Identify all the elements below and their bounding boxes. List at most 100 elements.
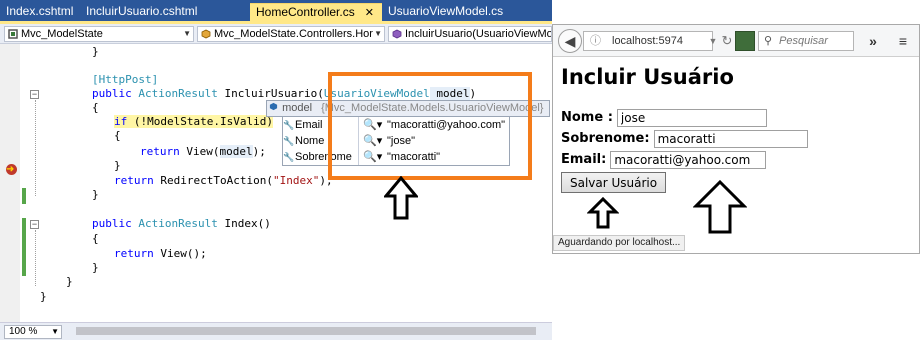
- tab-label: HomeController.cs: [256, 5, 355, 19]
- code-token: Index(): [217, 217, 271, 230]
- tab-incluirusuario-cshtml[interactable]: IncluirUsuario.cshtml: [80, 3, 240, 21]
- highlight-box: [328, 72, 532, 180]
- tab-label: Index.cshtml: [6, 4, 74, 18]
- code-token: RedirectToAction(: [153, 174, 273, 187]
- code-line: }: [40, 290, 47, 304]
- search-icon: ⚲: [764, 35, 773, 47]
- class-dropdown[interactable]: Mvc_ModelState.Controllers.Hor ▼: [197, 26, 385, 42]
- code-token: {: [92, 101, 99, 114]
- tab-label: UsuarioViewModel.cs: [388, 4, 504, 18]
- chevron-down-icon: ▼: [51, 327, 59, 336]
- code-line: }: [66, 275, 73, 289]
- member-name: IncluirUsuario(UsuarioViewMo: [405, 28, 552, 40]
- tab-index-cshtml[interactable]: Index.cshtml: [0, 3, 80, 21]
- class-icon: [201, 29, 211, 39]
- overflow-icon[interactable]: »: [863, 31, 883, 51]
- code-line: return View(model);: [140, 145, 266, 159]
- current-statement-arrow-icon: ➜: [6, 164, 15, 175]
- method-icon: [392, 29, 402, 39]
- code-line: }: [92, 261, 99, 275]
- sobrenome-label: Sobrenome:: [561, 131, 650, 146]
- code-line: }: [92, 45, 99, 59]
- close-icon[interactable]: ✕: [365, 7, 374, 19]
- code-line: {: [92, 232, 99, 246]
- scrollbar-thumb[interactable]: [76, 327, 536, 335]
- code-token: View(: [179, 145, 220, 158]
- code-token: );: [252, 145, 266, 158]
- search-bar[interactable]: ⚲ Pesquisar: [758, 31, 854, 51]
- chevron-down-icon: ▼: [374, 29, 382, 38]
- collapse-icon[interactable]: −: [30, 220, 39, 229]
- code-token: }: [92, 45, 99, 58]
- wrench-icon: 🔧: [283, 136, 295, 146]
- code-token: return: [114, 174, 154, 187]
- tab-label: IncluirUsuario.cshtml: [86, 4, 198, 18]
- code-token: IncluirUsuario(: [217, 87, 324, 100]
- chevron-down-icon: ▼: [183, 29, 191, 38]
- datatip-variable: model: [282, 102, 313, 114]
- project-icon: [8, 29, 18, 39]
- member-dropdown[interactable]: IncluirUsuario(UsuarioViewMo: [388, 26, 552, 42]
- project-name: Mvc_ModelState: [21, 28, 103, 40]
- code-token: return: [114, 247, 154, 260]
- back-arrow-icon[interactable]: ◀: [558, 29, 582, 53]
- code-token: if: [114, 115, 128, 128]
- code-token: }: [40, 290, 47, 303]
- sobrenome-field[interactable]: [653, 129, 808, 148]
- code-token: }: [92, 188, 99, 201]
- document-tab-bar: Index.cshtml IncluirUsuario.cshtml HomeC…: [0, 0, 552, 21]
- class-name: Mvc_ModelState.Controllers.Hor: [214, 28, 373, 40]
- change-marker: [22, 188, 26, 204]
- code-line: return View();: [114, 247, 207, 261]
- zoom-level: 100 %: [9, 326, 38, 337]
- code-line: public ActionResult Index(): [92, 217, 271, 231]
- code-token: public: [92, 217, 132, 230]
- email-field[interactable]: [610, 150, 767, 169]
- browser-window: ◀ ⓘ localhost:5974 ▼ ↻ ⚲ Pesquisar » ≡ I…: [552, 24, 920, 254]
- code-line: [HttpPost]: [92, 73, 158, 87]
- menu-icon[interactable]: ≡: [893, 31, 913, 51]
- up-arrow-icon: [693, 179, 747, 234]
- code-token: return: [140, 145, 180, 158]
- nome-label: Nome :: [561, 110, 613, 125]
- up-arrow-icon: [384, 176, 418, 220]
- property-name: Nome: [295, 135, 325, 147]
- search-placeholder: Pesquisar: [779, 35, 828, 47]
- page-content: Incluir Usuário Nome : Sobrenome: Email:…: [561, 65, 911, 193]
- tab-usuarioviewmodel-cs[interactable]: UsuarioViewModel.cs: [382, 3, 522, 21]
- collapse-icon[interactable]: −: [30, 90, 39, 99]
- code-token: [HttpPost]: [92, 73, 159, 86]
- save-user-button[interactable]: Salvar Usuário: [561, 172, 667, 193]
- tab-homecontroller-cs[interactable]: HomeController.cs ✕: [250, 3, 382, 21]
- up-arrow-icon: [587, 197, 619, 229]
- wrench-icon: 🔧: [283, 152, 295, 162]
- code-line: return RedirectToAction("Index");: [114, 174, 333, 188]
- property-name: Email: [295, 119, 323, 131]
- code-token: }: [114, 159, 121, 172]
- code-token: public: [92, 87, 132, 100]
- code-token: (!ModelState.IsValid): [127, 115, 273, 128]
- horizontal-scrollbar[interactable]: 100 % ▼: [0, 322, 552, 340]
- address-bar[interactable]: ⓘ localhost:5974: [583, 31, 713, 51]
- zoom-dropdown[interactable]: 100 % ▼: [4, 325, 62, 339]
- code-token: ActionResult: [138, 217, 218, 230]
- code-line: }: [92, 188, 99, 202]
- addon-icon[interactable]: [735, 31, 755, 51]
- nome-field[interactable]: [616, 108, 767, 127]
- form-row-nome: Nome :: [561, 107, 911, 128]
- code-line: {: [92, 101, 99, 115]
- status-bar: Aguardando por localhost...: [553, 235, 686, 251]
- code-token: "Index": [272, 174, 320, 187]
- reload-icon[interactable]: ↻: [717, 31, 737, 51]
- project-dropdown[interactable]: Mvc_ModelState ▼: [4, 26, 194, 42]
- indicator-margin: [0, 44, 20, 322]
- code-token: {: [114, 129, 121, 142]
- code-token: ActionResult: [138, 87, 218, 100]
- form-row-email: Email:: [561, 149, 911, 170]
- outline-guide: [35, 230, 36, 286]
- code-token: }: [92, 261, 99, 274]
- code-line-current: if (!ModelState.IsValid): [114, 115, 273, 129]
- code-line: }: [114, 159, 121, 173]
- visual-studio-window: Index.cshtml IncluirUsuario.cshtml HomeC…: [0, 0, 552, 340]
- code-token: }: [66, 275, 73, 288]
